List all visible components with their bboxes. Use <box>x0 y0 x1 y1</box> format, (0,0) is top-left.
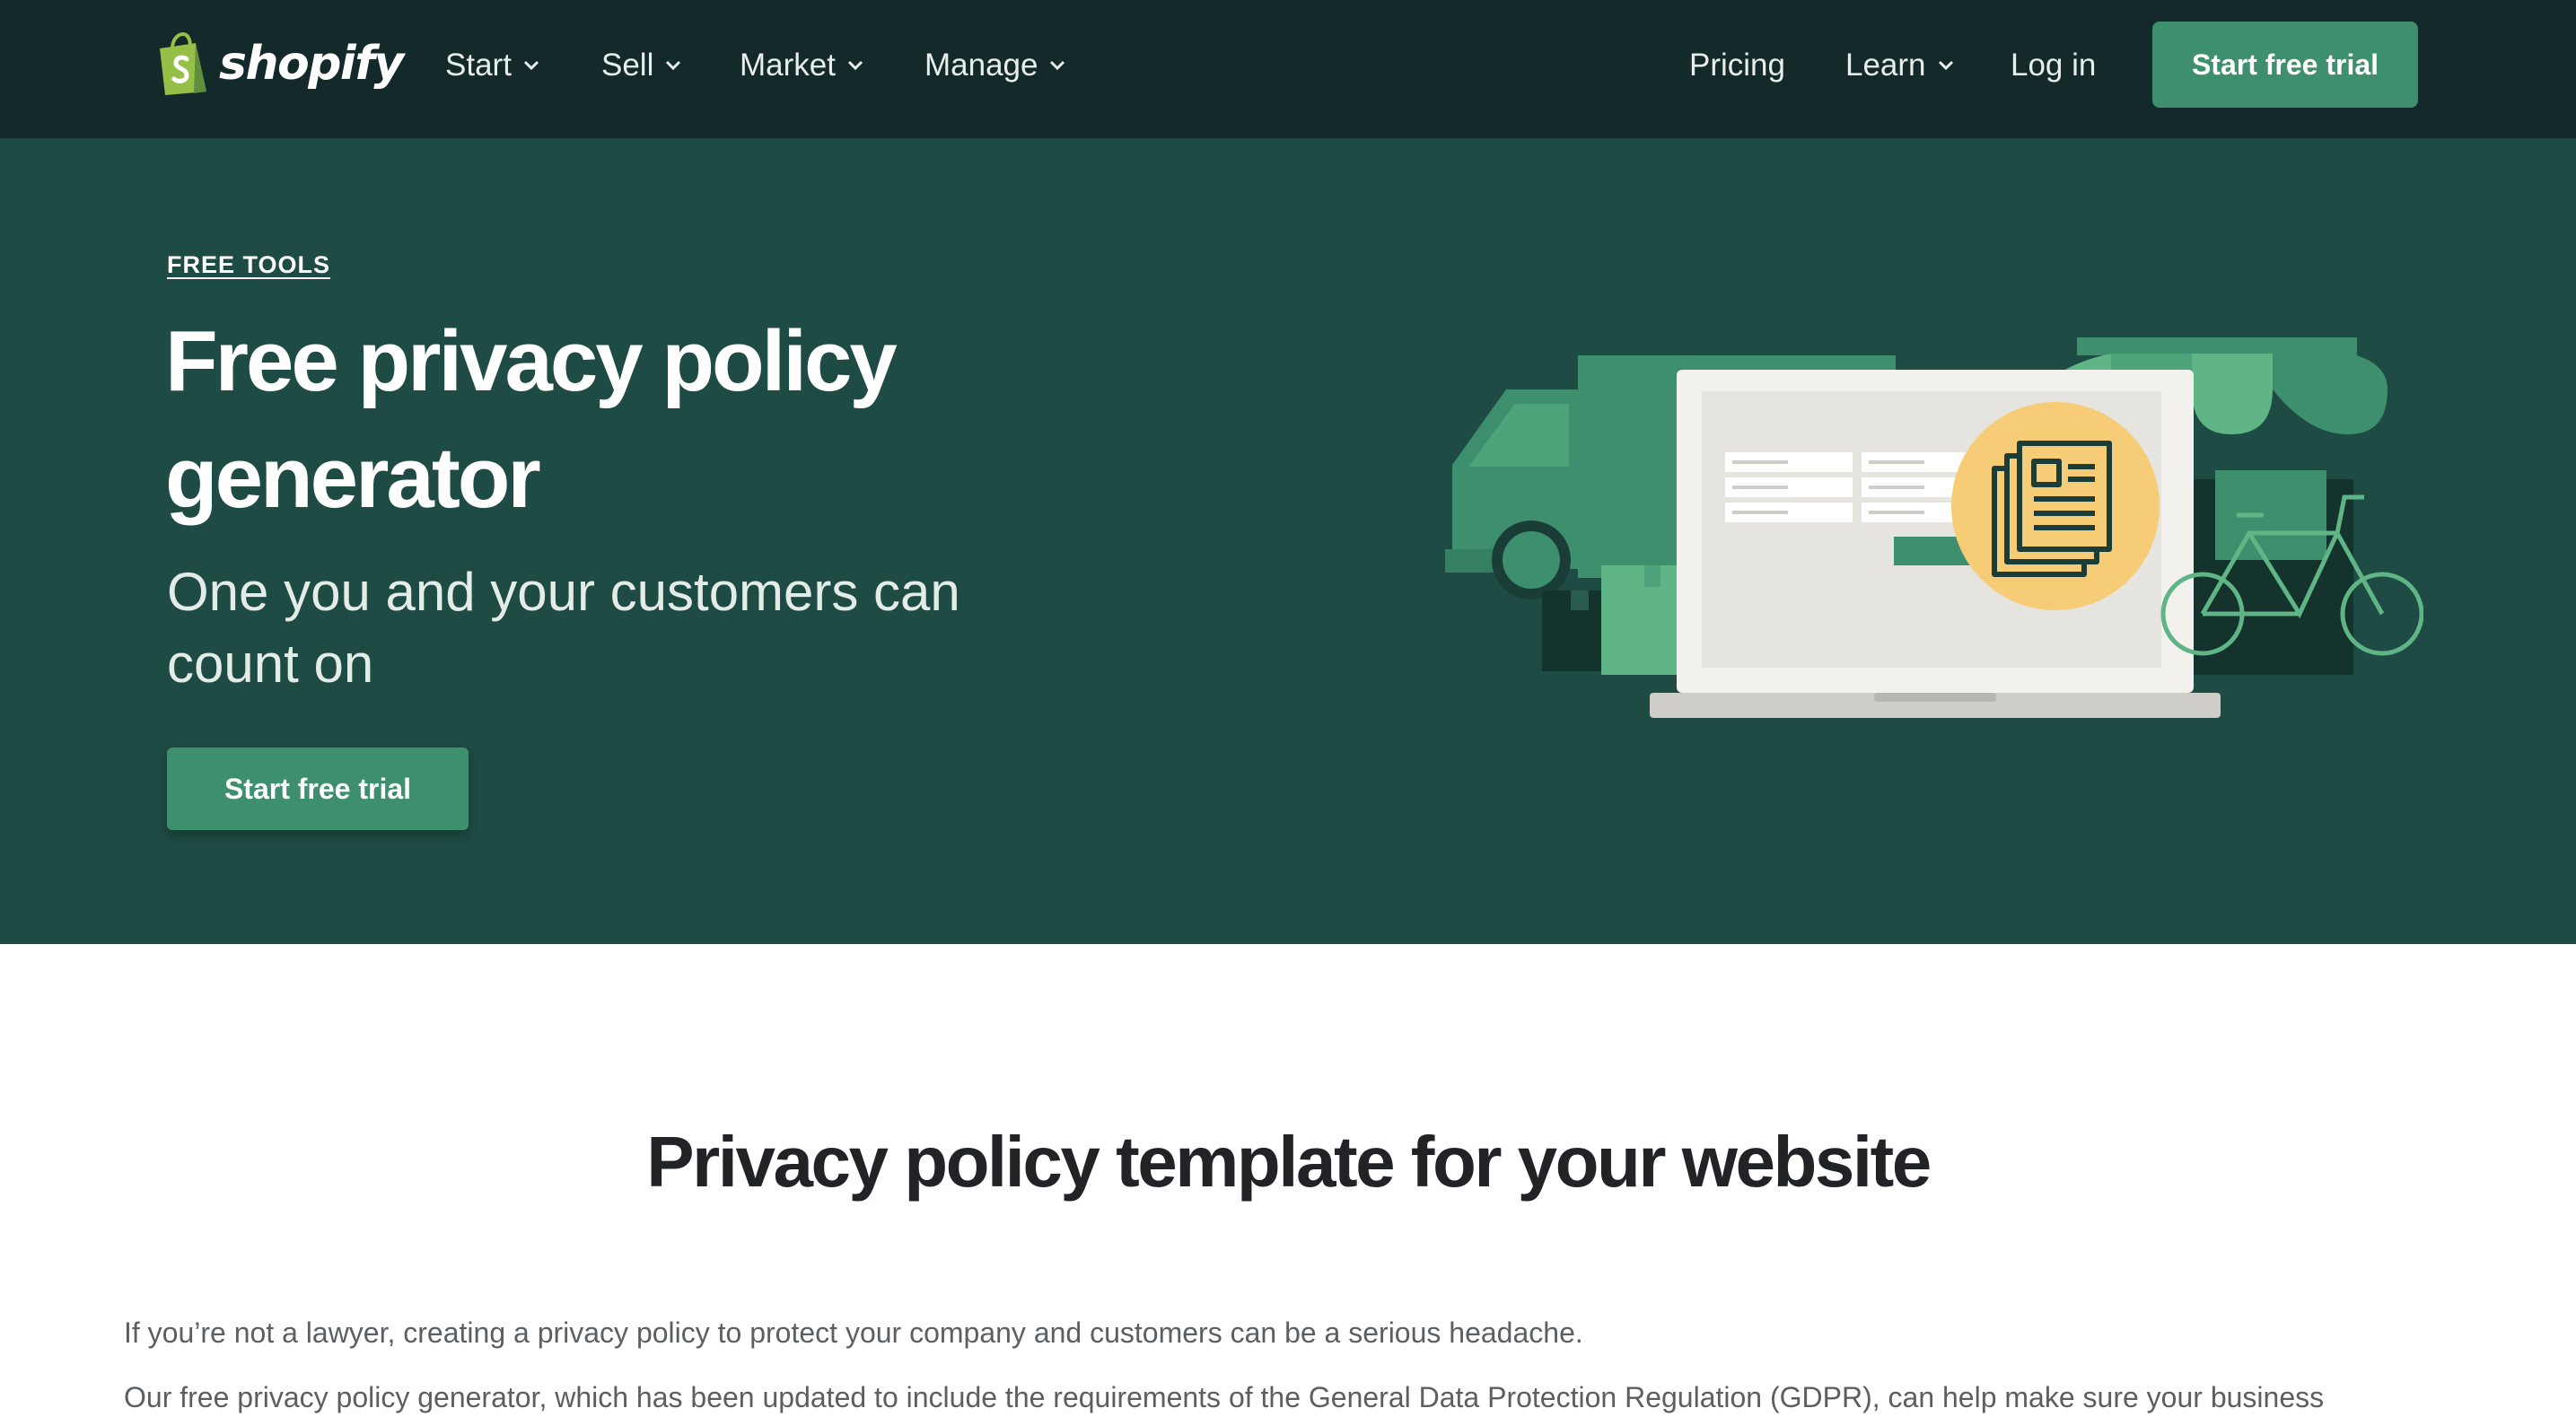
nav-login-label: Log in <box>2011 48 2097 83</box>
nav-learn-menu[interactable]: Learn <box>1845 41 1955 90</box>
nav-sell-menu[interactable]: Sell <box>601 41 682 90</box>
page-title-line-1: Free privacy policy <box>165 313 898 409</box>
logo-wordmark: shopify <box>219 37 404 91</box>
hero-subtitle: One you and your customers can count on <box>167 562 960 694</box>
chevron-down-icon <box>666 60 681 71</box>
nav-login-link[interactable]: Log in <box>2011 41 2096 90</box>
chevron-down-icon <box>523 60 539 71</box>
nav-start-menu[interactable]: Start <box>445 41 540 90</box>
shopping-bag-icon <box>160 32 206 95</box>
nav-pricing-link[interactable]: Pricing <box>1689 41 1785 90</box>
nav-manage-label: Manage <box>924 48 1038 83</box>
nav-sell-label: Sell <box>601 48 654 83</box>
page-title-line-2: generator <box>165 430 541 526</box>
nav-start-label: Start <box>445 48 512 83</box>
section-title: Privacy policy template for your website <box>646 1122 1932 1202</box>
document-icon <box>1951 402 2160 610</box>
nav-manage-menu[interactable]: Manage <box>924 41 1066 90</box>
shopify-logo[interactable]: shopify <box>154 31 404 97</box>
free-tools-link[interactable]: FREE TOOLS <box>167 251 330 279</box>
start-free-trial-hero-button[interactable]: Start free trial <box>167 748 469 830</box>
chevron-down-icon <box>847 60 863 71</box>
intro-paragraph: If you’re not a lawyer, creating a priva… <box>124 1316 1583 1349</box>
page-title: Free privacy policy generator <box>165 303 1063 537</box>
hero-section: FREE TOOLS Free privacy policy generator… <box>0 138 2576 944</box>
nav-learn-label: Learn <box>1845 48 1926 83</box>
nav-market-label: Market <box>740 48 836 83</box>
chevron-down-icon <box>1938 60 1953 71</box>
hero-illustration <box>1445 337 2423 718</box>
start-free-trial-nav-button[interactable]: Start free trial <box>2152 22 2418 108</box>
nav-market-menu[interactable]: Market <box>740 41 864 90</box>
top-navigation: shopify Start Sell Market Manage Pricing… <box>0 0 2576 138</box>
gdpr-paragraph: Our free privacy policy generator, which… <box>124 1381 2325 1413</box>
package-icon <box>1542 565 1700 675</box>
chevron-down-icon <box>1050 60 1065 71</box>
nav-pricing-label: Pricing <box>1689 48 1785 83</box>
